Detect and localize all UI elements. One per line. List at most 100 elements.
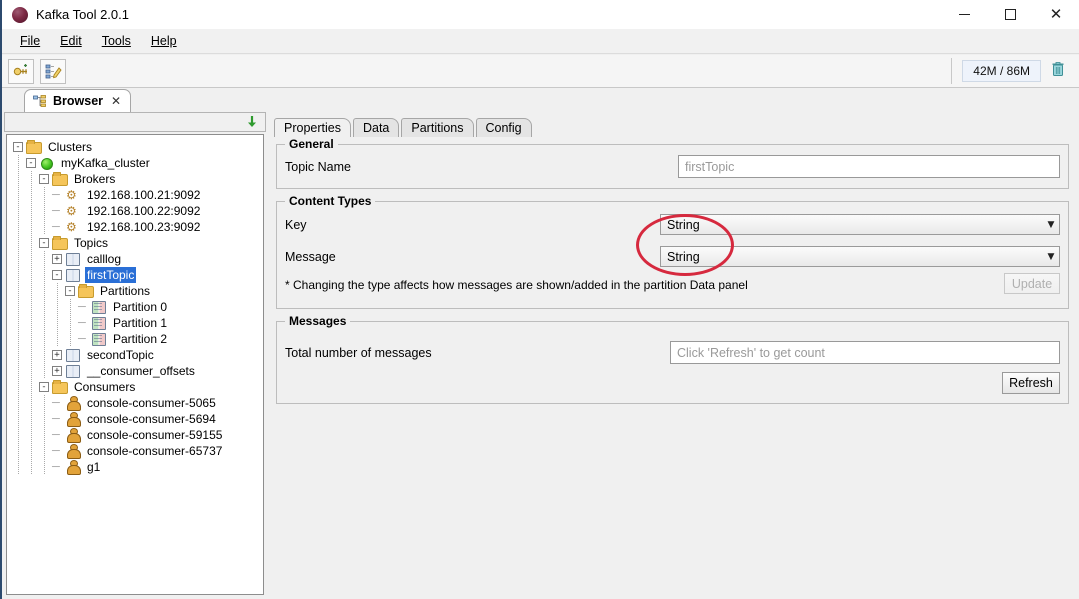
tree-guide [13, 411, 26, 427]
expand-node-icon[interactable]: + [52, 254, 62, 264]
tree-node[interactable]: + calllog [13, 251, 263, 267]
tree-node[interactable]: + secondTopic [13, 347, 263, 363]
tree-guide [52, 299, 65, 315]
tree-guide [39, 315, 52, 331]
menu-help[interactable]: Help [141, 31, 187, 51]
messages-group: Messages Total number of messages Click … [276, 314, 1069, 404]
tree-node-label: console-consumer-5065 [87, 396, 216, 410]
tree-guide [26, 395, 39, 411]
collapse-node-icon[interactable]: - [39, 238, 49, 248]
tree-leaf-dash: ─ [52, 461, 60, 473]
tree-guide [39, 187, 52, 203]
tab-partitions[interactable]: Partitions [401, 118, 474, 137]
tree-guide [13, 219, 26, 235]
tree-guide [65, 331, 78, 347]
tree-guide [26, 347, 39, 363]
tree-guide [26, 171, 39, 187]
tree-guide [13, 283, 26, 299]
tree-node[interactable]: ─ Partition 0 [13, 299, 263, 315]
tree-guide [13, 267, 26, 283]
collapse-node-icon[interactable]: - [39, 174, 49, 184]
garbage-collect-button[interactable] [1051, 61, 1065, 82]
tree-leaf-dash: ─ [78, 317, 86, 329]
tree-node[interactable]: ─ g1 [13, 459, 263, 475]
tree-node[interactable]: - firstTopic [13, 267, 263, 283]
chevron-down-icon: ▼ [1047, 219, 1055, 230]
menu-file[interactable]: File [10, 31, 50, 51]
tree-node-label: firstTopic [85, 267, 137, 283]
properties-tab-bar: Properties Data Partitions Config [274, 117, 534, 137]
tree-leaf-dash: ─ [52, 221, 60, 233]
tree-node[interactable]: - myKafka_cluster [13, 155, 263, 171]
tree-leaf-dash: ─ [52, 429, 60, 441]
tree-guide [39, 347, 52, 363]
tree-guide [65, 315, 78, 331]
tree-node[interactable]: ─ console-consumer-5694 [13, 411, 263, 427]
maximize-icon [1004, 9, 1016, 20]
collapse-node-icon[interactable]: - [13, 142, 23, 152]
cluster-tree: - Clusters - myKafka_cluster - Brokers ─ 192.16… [7, 135, 263, 475]
update-button-label: Update [1011, 276, 1053, 291]
message-label: Message [285, 250, 336, 264]
collapse-node-icon[interactable]: - [52, 270, 62, 280]
content-type-note: * Changing the type affects how messages… [285, 278, 748, 292]
expand-node-icon[interactable]: + [52, 350, 62, 360]
tree-node[interactable]: - Partitions [13, 283, 263, 299]
tree-guide [13, 443, 26, 459]
minimize-button[interactable] [941, 0, 987, 29]
tree-node[interactable]: ─ Partition 1 [13, 315, 263, 331]
tree-node[interactable]: ─ 192.168.100.21:9092 [13, 187, 263, 203]
message-content-type-dropdown[interactable]: String ▼ [660, 246, 1060, 267]
refresh-button[interactable]: Refresh [1002, 372, 1060, 394]
tree-node[interactable]: - Topics [13, 235, 263, 251]
tree-node[interactable]: ─ 192.168.100.23:9092 [13, 219, 263, 235]
expand-node-icon[interactable]: + [52, 366, 62, 376]
collapse-all-icon[interactable] [245, 115, 259, 129]
tree-guide [26, 443, 39, 459]
tree-guide [26, 267, 39, 283]
tree-node[interactable]: + __consumer_offsets [13, 363, 263, 379]
tree-leaf-dash: ─ [52, 445, 60, 457]
topic-name-field[interactable]: firstTopic [678, 155, 1060, 178]
tree-leaf-dash: ─ [78, 301, 86, 313]
tree-node[interactable]: ─ console-consumer-65737 [13, 443, 263, 459]
edit-cluster-button[interactable] [40, 58, 66, 84]
chevron-down-icon: ▼ [1047, 251, 1055, 262]
tree-node[interactable]: - Brokers [13, 171, 263, 187]
tree-node[interactable]: ─ Partition 2 [13, 331, 263, 347]
tree-guide [13, 427, 26, 443]
tab-browser[interactable]: Browser ✕ [24, 89, 132, 112]
collapse-node-icon[interactable]: - [65, 286, 75, 296]
key-label: Key [285, 218, 307, 232]
add-cluster-button[interactable] [8, 58, 34, 84]
menu-edit[interactable]: Edit [50, 31, 92, 51]
total-messages-placeholder: Click 'Refresh' to get count [677, 345, 825, 360]
window-controls: ✕ [941, 0, 1079, 29]
collapse-node-icon[interactable]: - [39, 382, 49, 392]
tab-browser-close-icon[interactable]: ✕ [111, 94, 121, 108]
general-group-title: General [285, 137, 338, 151]
tree-node[interactable]: ─ 192.168.100.22:9092 [13, 203, 263, 219]
tab-browser-label: Browser [53, 94, 104, 108]
general-group: General Topic Name firstTopic [276, 137, 1069, 189]
tree-node[interactable]: - Clusters [13, 139, 263, 155]
tree-node[interactable]: ─ console-consumer-59155 [13, 427, 263, 443]
tab-data[interactable]: Data [352, 118, 400, 137]
update-button[interactable]: Update [1004, 273, 1060, 294]
tree-node[interactable]: ─ console-consumer-5065 [13, 395, 263, 411]
tree-node[interactable]: - Consumers [13, 379, 263, 395]
browser-tree-icon [33, 95, 46, 107]
cluster-tree-panel[interactable]: - Clusters - myKafka_cluster - Brokers ─ 192.16… [6, 134, 264, 595]
tree-guide [13, 331, 26, 347]
total-messages-field[interactable]: Click 'Refresh' to get count [670, 341, 1060, 364]
content-types-group: Content Types Key String ▼ Message Strin… [276, 194, 1069, 309]
tab-properties[interactable]: Properties [274, 118, 351, 137]
close-button[interactable]: ✕ [1033, 0, 1079, 29]
maximize-button[interactable] [987, 0, 1033, 29]
menu-tools[interactable]: Tools [92, 31, 141, 51]
collapse-node-icon[interactable]: - [26, 158, 36, 168]
key-content-type-dropdown[interactable]: String ▼ [660, 214, 1060, 235]
tree-guide [26, 203, 39, 219]
tab-config[interactable]: Config [475, 118, 532, 137]
tree-guide [26, 411, 39, 427]
